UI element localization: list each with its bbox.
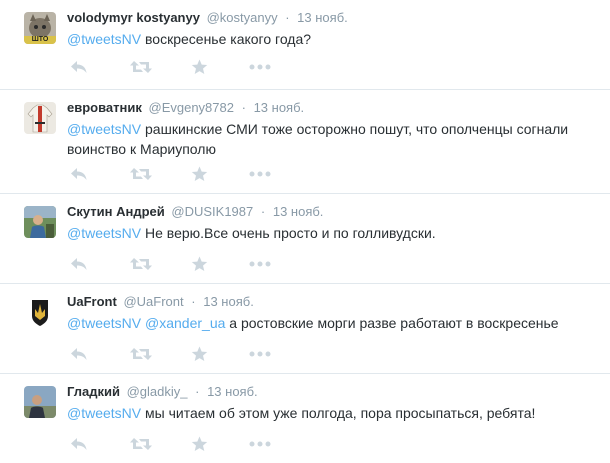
avatar-label: ШТО (31, 36, 49, 43)
tweet-body: мы читаем об этом уже полгода, пора прос… (141, 405, 536, 421)
separator: · (260, 204, 266, 219)
tweet-time[interactable]: 13 нояб. (254, 100, 305, 115)
tweet-item[interactable]: Гладкий @gladkiy_ · 13 нояб. @tweetsNV м… (0, 374, 610, 463)
tweet-body: рашкинские СМИ тоже осторожно пошут, что… (67, 121, 569, 157)
retweet-icon[interactable] (130, 59, 152, 75)
author-handle[interactable]: @DUSIK1987 (171, 204, 253, 219)
avatar[interactable]: ШТО (24, 12, 56, 44)
tweet-body: Не верю.Все очень просто и по голливудск… (141, 225, 436, 241)
separator: · (195, 384, 200, 399)
tweet-body: а ростовские морги разве работают в воск… (225, 315, 559, 331)
more-icon[interactable] (249, 348, 271, 360)
favorite-icon[interactable] (191, 166, 208, 182)
reply-icon[interactable] (70, 346, 88, 362)
tweet-text: @tweetsNV @xander_ua а ростовские морги … (67, 313, 587, 333)
tweet-item[interactable]: евроватник @Evgeny8782 · 13 нояб. @tweet… (0, 90, 610, 194)
author-name[interactable]: volodymyr kostyanyy (67, 10, 200, 25)
retweet-icon[interactable] (130, 346, 152, 362)
tweet-text: @tweetsNV рашкинские СМИ тоже осторожно … (67, 119, 587, 159)
favorite-icon[interactable] (191, 346, 208, 362)
tweet-header: UaFront @UaFront · 13 нояб. (67, 294, 254, 310)
separator: · (285, 10, 290, 25)
favorite-icon[interactable] (191, 59, 208, 75)
author-handle[interactable]: @kostyanyy (207, 10, 278, 25)
more-icon[interactable] (249, 258, 271, 270)
author-name[interactable]: UaFront (67, 294, 117, 309)
mention-link[interactable]: @tweetsNV (67, 121, 141, 137)
author-handle[interactable]: @Evgeny8782 (149, 100, 234, 115)
avatar[interactable] (24, 386, 56, 418)
favorite-icon[interactable] (191, 436, 208, 452)
tweet-header: евроватник @Evgeny8782 · 13 нояб. (67, 100, 304, 116)
reply-icon[interactable] (70, 59, 88, 75)
tweet-time[interactable]: 13 нояб. (297, 10, 348, 25)
avatar[interactable] (24, 206, 56, 238)
retweet-icon[interactable] (130, 256, 152, 272)
tweet-body: воскресенье какого года? (141, 31, 312, 47)
favorite-icon[interactable] (191, 256, 208, 272)
tweet-item[interactable]: UaFront @UaFront · 13 нояб. @tweetsNV @x… (0, 284, 610, 374)
avatar-image (24, 206, 56, 238)
mention-link[interactable]: @tweetsNV (67, 315, 141, 331)
mention-link[interactable]: @tweetsNV (67, 225, 141, 241)
author-name[interactable]: евроватник (67, 100, 142, 115)
tweet-time[interactable]: 13 нояб. (203, 294, 254, 309)
author-handle[interactable]: @UaFront (123, 294, 183, 309)
author-name[interactable]: Скутин Андрей (67, 204, 165, 219)
more-icon[interactable] (249, 438, 271, 450)
tweet-time[interactable]: 13 нояб. (207, 384, 258, 399)
mention-link[interactable]: @xander_ua (145, 315, 225, 331)
author-name[interactable]: Гладкий (67, 384, 120, 399)
tweet-text: @tweetsNV Не верю.Все очень просто и по … (67, 223, 587, 243)
tweet-time[interactable]: 13 нояб. (273, 204, 324, 219)
reply-icon[interactable] (70, 436, 88, 452)
separator: · (241, 100, 246, 115)
reply-icon[interactable] (70, 256, 88, 272)
mention-link[interactable]: @tweetsNV (67, 31, 141, 47)
avatar[interactable] (24, 102, 56, 134)
tweet-header: volodymyr kostyanyy @kostyanyy · 13 нояб… (67, 10, 348, 26)
tweet-header: Гладкий @gladkiy_ · 13 нояб. (67, 384, 258, 400)
avatar-image (24, 296, 56, 328)
tweet-text: @tweetsNV воскресенье какого года? (67, 29, 587, 49)
avatar-image (24, 102, 56, 134)
retweet-icon[interactable] (130, 166, 152, 182)
separator: · (191, 294, 196, 309)
retweet-icon[interactable] (130, 436, 152, 452)
tweet-item[interactable]: Скутин Андрей @DUSIK1987 · 13 нояб. @twe… (0, 194, 610, 284)
tweet-text: @tweetsNV мы читаем об этом уже полгода,… (67, 403, 587, 423)
mention-link[interactable]: @tweetsNV (67, 405, 141, 421)
reply-icon[interactable] (70, 166, 88, 182)
avatar[interactable] (24, 296, 56, 328)
author-handle[interactable]: @gladkiy_ (127, 384, 188, 399)
tweet-header: Скутин Андрей @DUSIK1987 · 13 нояб. (67, 204, 323, 220)
tweet-item[interactable]: ШТО volodymyr kostyanyy @kostyanyy · 13 … (0, 0, 610, 90)
more-icon[interactable] (249, 61, 271, 73)
avatar-image (24, 386, 56, 418)
more-icon[interactable] (249, 168, 271, 180)
